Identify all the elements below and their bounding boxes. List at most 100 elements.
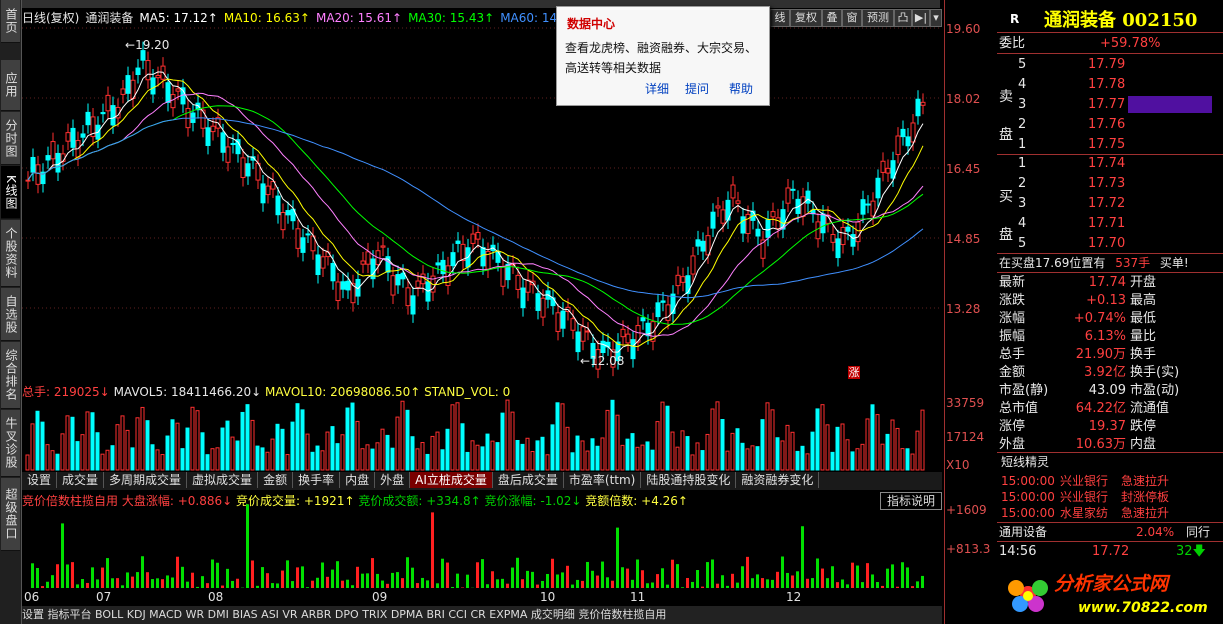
- indicator-tab[interactable]: 内盘: [340, 472, 376, 488]
- auction-bar: [121, 585, 124, 588]
- popup-body: 查看龙虎榜、融资融券、大宗交易、高送转等相关数据: [565, 41, 758, 75]
- auction-bar: [856, 565, 859, 588]
- auction-bar: [236, 578, 239, 588]
- nav-tab-ranking[interactable]: 综合排名: [1, 342, 20, 409]
- indicator-tabs: 设置 成交量 多周期成交量 虚拟成交量 金额 换手率 内盘 外盘 AI立桩成交量 盘后成交量 市盈率…: [22, 472, 942, 490]
- orderbook-price[interactable]: 17.74: [1088, 155, 1125, 173]
- quote-value: 19.37: [1088, 419, 1126, 434]
- sector-name[interactable]: 通用设备: [999, 523, 1047, 541]
- orderbook-price[interactable]: 17.71: [1088, 215, 1125, 233]
- quote-value: 64.22亿: [1075, 401, 1126, 416]
- auction-bar: [901, 562, 904, 588]
- auction-bar: [531, 571, 534, 588]
- dropdown-icon[interactable]: ▾: [930, 9, 942, 27]
- volume-bar: [260, 447, 265, 471]
- elf-title[interactable]: 短线精灵: [1001, 453, 1049, 471]
- nav-tab-watchlist[interactable]: 自选股: [1, 288, 20, 341]
- volume-bar: [550, 424, 555, 471]
- candle-body: [880, 160, 886, 173]
- orderbook-price[interactable]: 17.75: [1088, 136, 1125, 154]
- volume-bar: [75, 441, 80, 471]
- volume-chart[interactable]: [22, 382, 942, 472]
- nav-tab-kline[interactable]: K线图: [1, 166, 20, 219]
- candle-body: [535, 293, 541, 311]
- auction-bar: [851, 562, 854, 588]
- elf-stock[interactable]: 水星家纺: [1060, 504, 1108, 522]
- auction-bar: [256, 585, 259, 588]
- auction-bar: [156, 578, 159, 588]
- period-label[interactable]: 日线(复权): [22, 9, 79, 26]
- sector-more[interactable]: 同行: [1186, 523, 1210, 541]
- auction-bar: [771, 579, 774, 588]
- top-menu-strip: [22, 0, 940, 8]
- orderbook-price[interactable]: 17.79: [1088, 56, 1125, 74]
- forecast-button[interactable]: 预测: [862, 9, 894, 27]
- quote-label: 换手(实): [1130, 365, 1180, 380]
- indicator-tab[interactable]: 融资融券变化: [736, 472, 820, 488]
- volume-bar: [325, 431, 330, 471]
- kline-chart[interactable]: [22, 26, 942, 382]
- auction-bar: [696, 570, 699, 588]
- auction-bar: [481, 559, 484, 588]
- indicator-tab[interactable]: AI立桩成交量: [410, 472, 493, 488]
- volume-bar: [690, 454, 695, 471]
- order-alert: 在买盘17.69位置有 537手 买单!: [999, 254, 1189, 272]
- tick-time: 14:56: [999, 544, 1037, 559]
- orderbook-price[interactable]: 17.78: [1088, 76, 1125, 94]
- x-tick: 09: [372, 590, 388, 604]
- indicator-tab[interactable]: 虚拟成交量: [187, 472, 259, 488]
- indicator-tab[interactable]: 设置: [22, 472, 58, 488]
- indicator-bar[interactable]: 设置 指标平台 BOLL KDJ MACD WR DMI BIAS ASI VR…: [22, 606, 942, 624]
- overlay-button[interactable]: 叠: [822, 9, 842, 27]
- nav-tab-super-orderbook[interactable]: 超级盘口: [1, 478, 20, 551]
- orderbook-price[interactable]: 17.73: [1088, 175, 1125, 193]
- next-icon[interactable]: ▶|: [912, 9, 930, 27]
- line-button[interactable]: 线: [770, 9, 790, 27]
- indicator-tab[interactable]: 成交量: [57, 472, 105, 488]
- window-button[interactable]: 窗: [842, 9, 862, 27]
- volume-bar: [555, 402, 560, 471]
- candle-body: [145, 60, 151, 81]
- nav-tab-label: 分时图: [4, 118, 18, 158]
- auction-bar: [81, 579, 84, 588]
- candle-body: [85, 111, 91, 126]
- volume-bar: [520, 443, 525, 471]
- volume-bar: [85, 411, 90, 471]
- candle-body: [740, 216, 746, 234]
- indicator-tab[interactable]: 市盈率(ttm): [564, 472, 642, 488]
- auction-indicator-chart[interactable]: [22, 490, 942, 590]
- indicator-tab[interactable]: 金额: [258, 472, 294, 488]
- nav-tab-apps[interactable]: 应用: [1, 60, 20, 111]
- ma30-label: MA30: 15.43↑: [408, 10, 495, 25]
- indicator-tab[interactable]: 盘后成交量: [493, 472, 564, 488]
- volume-bar: [225, 420, 230, 471]
- nav-tab-diagnosis[interactable]: 牛叉诊股: [1, 410, 20, 477]
- auction-bar: [461, 587, 464, 588]
- candle-body: [245, 163, 251, 177]
- auction-bar: [776, 571, 779, 588]
- indicator-tab[interactable]: 外盘: [375, 472, 411, 488]
- popup-detail-link[interactable]: 详细: [645, 80, 669, 97]
- volume-bar: [310, 451, 315, 471]
- nav-tab-stock-info[interactable]: 个股资料: [1, 220, 20, 287]
- orderbook-price[interactable]: 17.76: [1088, 116, 1125, 134]
- orderbook-price[interactable]: 17.77: [1088, 96, 1125, 114]
- auction-bar: [571, 584, 574, 588]
- draw-icon[interactable]: 凸: [894, 9, 912, 27]
- adjust-button[interactable]: 复权: [790, 9, 822, 27]
- nav-tab-home[interactable]: 首页: [1, 0, 20, 43]
- orderbook-price[interactable]: 17.70: [1088, 235, 1125, 253]
- candle-body: [410, 295, 416, 315]
- nav-tab-timeshare[interactable]: 分时图: [1, 112, 20, 165]
- volume-bar: [860, 443, 865, 471]
- candle-body: [770, 211, 776, 218]
- popup-ask-link[interactable]: 提问: [685, 80, 709, 97]
- indicator-tab[interactable]: 多周期成交量: [104, 472, 188, 488]
- candle-body: [700, 240, 706, 252]
- nav-tab-label: 首页: [4, 8, 18, 34]
- orderbook-price[interactable]: 17.72: [1088, 195, 1125, 213]
- indicator-tab[interactable]: 陆股通持股变化: [641, 472, 737, 488]
- indicator-tab[interactable]: 换手率: [293, 472, 341, 488]
- popup-help-link[interactable]: 帮助: [729, 80, 753, 97]
- volume-bar: [810, 431, 815, 471]
